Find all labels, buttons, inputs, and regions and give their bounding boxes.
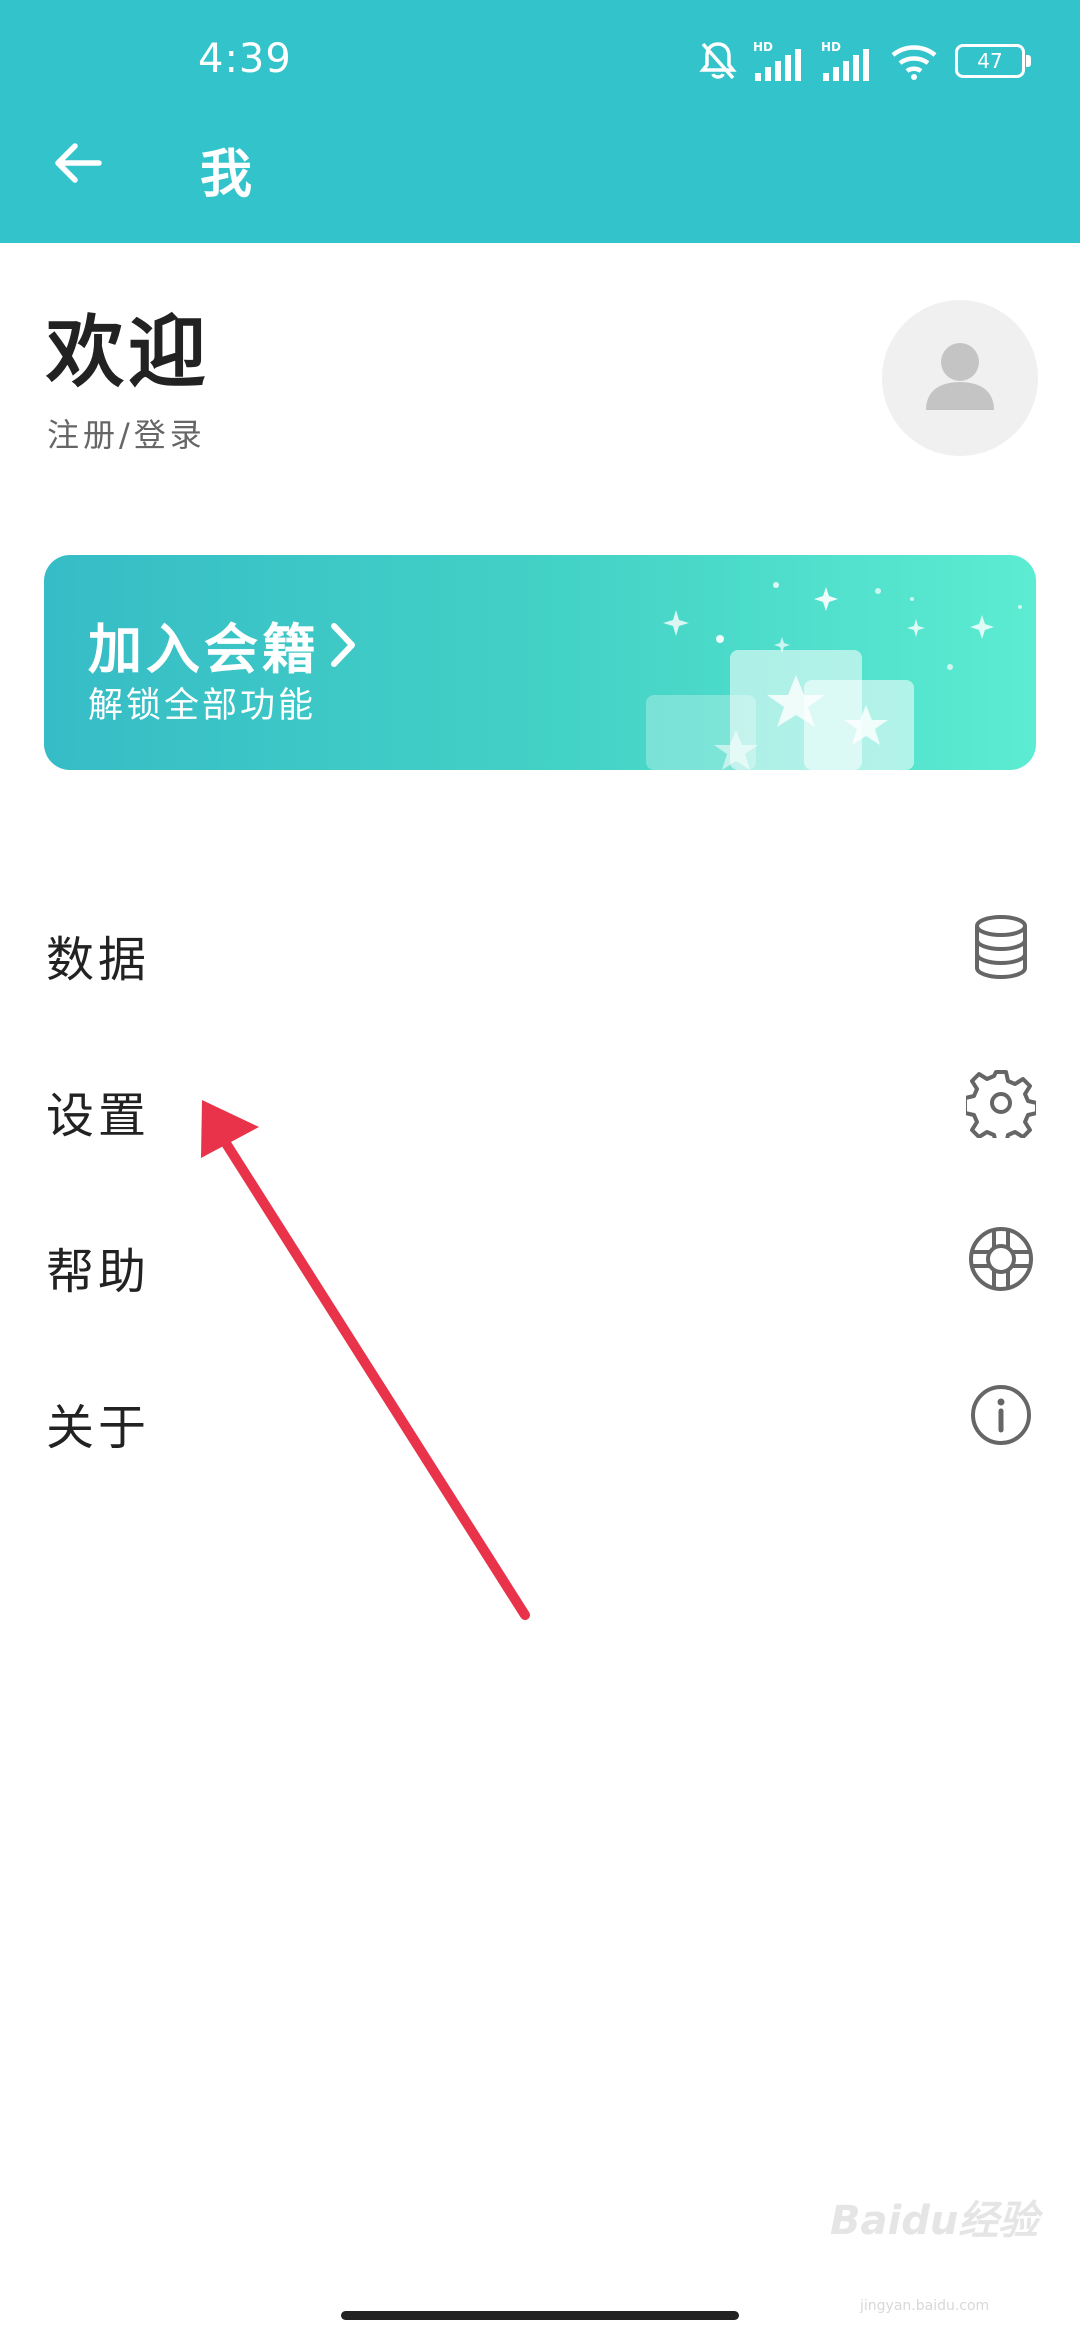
trophy-podium-illustration [646,582,1022,770]
back-button[interactable] [45,130,111,196]
membership-title-text: 加入会籍 [88,618,320,681]
chevron-right-icon [331,622,355,667]
menu-item-label: 数据 [46,932,151,988]
menu-item-label: 帮助 [46,1244,151,1300]
menu-item-about[interactable]: 关于 [0,1350,1080,1480]
menu-item-data[interactable]: 数据 [0,882,1080,1012]
menu-item-settings[interactable]: 设置 [0,1038,1080,1168]
signal-hd-icon: HD [753,40,801,81]
membership-subtitle: 解锁全部功能 [88,686,317,726]
battery-indicator: 47 [955,44,1031,78]
membership-card[interactable]: 加入会籍 解锁全部功能 [44,555,1036,770]
status-time: 4:39 [198,36,292,82]
menu-item-label: 关于 [46,1400,151,1456]
bell-muted-icon [699,42,737,80]
battery-level: 47 [977,49,1003,73]
database-icon [975,915,1027,980]
membership-title: 加入会籍 [88,605,360,684]
page-title: 我 [200,145,253,205]
svg-text:HD: HD [821,40,841,54]
home-indicator[interactable] [341,2311,739,2320]
wifi-icon [891,45,937,80]
menu-item-label: 设置 [46,1088,151,1144]
svg-text:HD: HD [753,40,773,54]
app-header: 4:39 HD HD 47 我 [0,0,1080,243]
status-icons: HD HD 47 [699,36,1031,86]
baidu-watermark-url: jingyan.baidu.com [860,2298,990,2314]
baidu-watermark: Baidu经验 [830,2198,1039,2244]
arrow-left-icon [55,143,102,183]
gear-icon [966,1070,1036,1138]
register-login-link[interactable]: 注册/登录 [47,410,206,456]
signal-hd-icon-2: HD [821,40,869,81]
user-icon [926,343,994,410]
menu-item-help[interactable]: 帮助 [0,1194,1080,1324]
info-icon [971,1385,1031,1445]
avatar[interactable] [882,300,1038,456]
lifebuoy-icon [969,1227,1033,1291]
welcome-text: 欢迎 [46,308,211,398]
